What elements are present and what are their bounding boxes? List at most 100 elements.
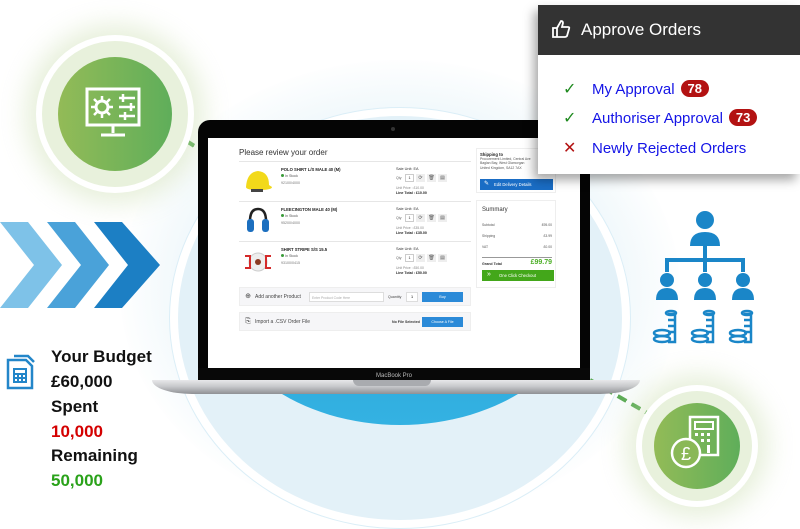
my-approval-link[interactable]: ✓ My Approval 78	[563, 79, 710, 99]
delete-icon[interactable]: 🗑	[427, 174, 436, 182]
summary-row-value: £95.00	[541, 223, 552, 227]
authoriser-approval-label: Authoriser Approval	[592, 110, 723, 127]
stock-status: In Stock	[281, 254, 298, 258]
my-approval-count-badge: 78	[680, 80, 710, 97]
authoriser-approval-count-badge: 73	[728, 109, 758, 126]
save-icon[interactable]: ▤	[438, 214, 447, 222]
summary-row: Shipping £3.99	[482, 234, 552, 238]
product-row: POLO SHIRT L/S MALE 40 (M) In Stock 9210…	[239, 161, 471, 201]
qty-label: Qty	[396, 256, 402, 260]
line-total: Line Total : £35.00	[396, 231, 427, 235]
calculator-document-icon	[6, 354, 35, 390]
product-row: SHIRT STRIPE S/S 15.5 In Stock 93100/041…	[239, 241, 471, 281]
check-icon: ✓	[563, 110, 577, 127]
quantity-label: Quantity	[388, 295, 402, 299]
monitor-settings-icon	[85, 87, 141, 137]
stock-status: In Stock	[281, 214, 298, 218]
summary-row-value: £0.00	[543, 245, 553, 249]
product-code: 92100/4000	[281, 181, 300, 185]
product-row: FLEECINGTON MALE 40 (M) In Stock 95200/4…	[239, 201, 471, 241]
hard-hat-image	[246, 171, 272, 192]
delete-icon[interactable]: 🗑	[427, 254, 436, 262]
product-code-input[interactable]: Enter Product Code Here	[309, 292, 384, 302]
sale-unit: Sale Unit: EA	[396, 167, 419, 171]
add-product-bar: ⊕ Add another Product Enter Product Code…	[239, 287, 471, 306]
grand-total-row: Grand Total £99.79	[482, 257, 552, 266]
dust-mask-image	[245, 252, 271, 272]
thumbs-up-icon	[552, 20, 571, 38]
save-icon[interactable]: ▤	[438, 174, 447, 182]
choose-file-button[interactable]: Choose A File	[422, 317, 463, 327]
qty-input[interactable]: 1	[405, 214, 414, 222]
product-name: FLEECINGTON MALE 40 (M)	[281, 207, 338, 212]
laptop: Please review your order POLO SHIRT L/S …	[198, 120, 590, 375]
refresh-icon[interactable]: ⟳	[416, 254, 425, 262]
chevron-arrows-graphic	[0, 222, 160, 308]
import-csv-label: Import a .CSV Order File	[255, 319, 311, 325]
sale-unit: Sale Unit: EA	[396, 247, 419, 251]
summary-row-label: Shipping	[482, 234, 496, 238]
remaining-value: 50,000	[51, 471, 103, 490]
settings-badge	[36, 35, 194, 193]
refresh-icon[interactable]: ⟳	[416, 174, 425, 182]
qty-input[interactable]: 1	[405, 174, 414, 182]
unit-price: Unit Price : £10.00	[396, 186, 424, 190]
line-total: Line Total : £50.00	[396, 271, 427, 275]
unit-price: Unit Price : £50.00	[396, 266, 424, 270]
my-approval-label: My Approval	[592, 81, 675, 98]
laptop-camera	[391, 127, 395, 131]
approve-orders-header: Approve Orders	[538, 5, 800, 55]
summary-row: VAT £0.00	[482, 245, 552, 249]
cross-icon: ✕	[563, 140, 577, 157]
approve-orders-panel: Approve Orders ✓ My Approval 78 ✓ Authorise…	[538, 5, 800, 174]
finance-badge: £	[636, 385, 758, 507]
refresh-icon[interactable]: ⟳	[416, 214, 425, 222]
product-name: POLO SHIRT L/S MALE 40 (M)	[281, 167, 341, 172]
grand-total-label: Grand Total	[482, 262, 502, 266]
product-code: 93100/0415	[281, 261, 300, 265]
buy-button[interactable]: Buy	[422, 292, 463, 302]
approve-orders-title: Approve Orders	[581, 20, 701, 39]
product-code: 95200/4000	[281, 221, 300, 225]
product-name: SHIRT STRIPE S/S 15.5	[281, 247, 328, 252]
summary-row-value: £3.99	[543, 234, 553, 238]
line-total: Line Total : £10.00	[396, 191, 427, 195]
chevron-arrow-1	[0, 222, 62, 308]
calculator-pound-icon: £	[670, 415, 720, 469]
laptop-notch	[353, 380, 431, 386]
ear-defenders-image	[247, 207, 269, 232]
one-click-checkout-button[interactable]: One Click Checkout	[482, 269, 554, 281]
stock-status: In Stock	[281, 174, 298, 178]
authoriser-approval-link[interactable]: ✓ Authoriser Approval 73	[563, 108, 758, 128]
newly-rejected-orders-link[interactable]: ✕ Newly Rejected Orders	[563, 138, 746, 158]
remaining-label: Remaining	[51, 446, 138, 465]
quantity-input[interactable]: 1	[406, 292, 418, 302]
edit-delivery-button[interactable]: Edit Delivery Details	[480, 179, 553, 190]
save-icon[interactable]: ▤	[438, 254, 447, 262]
org-chart-budget-icon	[652, 211, 754, 344]
qty-label: Qty	[396, 216, 402, 220]
grand-total-value: £99.79	[530, 259, 552, 266]
sale-unit: Sale Unit: EA	[396, 207, 419, 211]
summary-box: Summary Subtotal £95.00 Shipping £3.99 VAT…	[476, 200, 556, 288]
summary-row-label: VAT	[482, 245, 489, 249]
summary-row-label: Subtotal	[482, 223, 495, 227]
summary-row: Subtotal £95.00	[482, 223, 552, 227]
qty-input[interactable]: 1	[405, 254, 414, 262]
stage: Your Budget £60,000 Spent 10,000 Remaini…	[0, 0, 800, 529]
import-csv-bar: ⎘ Import a .CSV Order File No File Selec…	[239, 312, 471, 331]
budget-total: £60,000	[51, 372, 113, 391]
spent-value: 10,000	[51, 422, 103, 441]
qty-label: Qty	[396, 176, 402, 180]
summary-title: Summary	[482, 207, 508, 213]
delete-icon[interactable]: 🗑	[427, 214, 436, 222]
budget-title: Your Budget	[51, 347, 152, 366]
newly-rejected-orders-label: Newly Rejected Orders	[592, 140, 747, 157]
file-import-icon: ⎘	[245, 318, 251, 325]
unit-price: Unit Price : £35.00	[396, 226, 424, 230]
add-circle-icon: ⊕	[245, 293, 251, 300]
laptop-screen: Please review your order POLO SHIRT L/S …	[208, 138, 580, 368]
order-review-title: Please review your order	[239, 148, 328, 157]
add-product-label: Add another Product	[255, 294, 301, 300]
no-file-text: No File Selected	[392, 320, 420, 324]
